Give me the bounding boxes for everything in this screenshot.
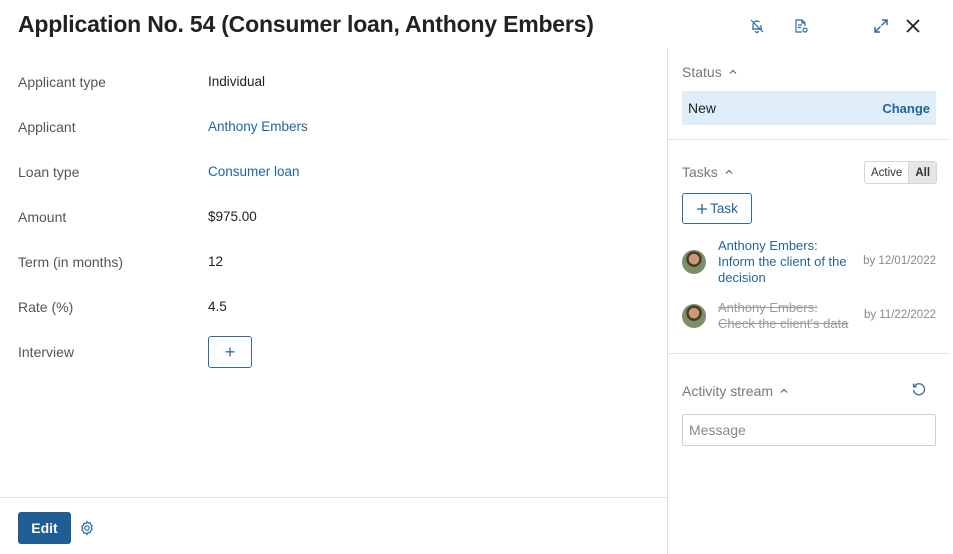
loan-type-link[interactable]: Consumer loan	[208, 164, 300, 179]
task-due-date: by 11/22/2022	[863, 309, 936, 321]
gear-icon[interactable]	[79, 520, 95, 536]
side-panel: Status New Change Tasks Active All Task …	[668, 50, 953, 554]
document-settings-icon[interactable]	[789, 14, 813, 38]
task-due-date: by 12/01/2022	[863, 255, 936, 267]
task-item: Anthony Embers: Inform the client of the…	[682, 238, 940, 288]
tasks-title: Tasks	[682, 164, 718, 180]
field-label: Applicant	[18, 119, 76, 135]
field-label: Interview	[18, 344, 75, 360]
field-label: Amount	[18, 209, 67, 225]
add-task-button[interactable]: Task	[682, 193, 752, 224]
task-link[interactable]: Anthony Embers: Check the client's data	[718, 300, 854, 332]
page-title: Application No. 54 (Consumer loan, Antho…	[18, 11, 594, 37]
field-value: $975.00	[208, 209, 257, 224]
task-filter: Active All	[864, 161, 938, 184]
add-task-label: Task	[710, 201, 738, 216]
filter-active[interactable]: Active	[865, 162, 908, 183]
field-label: Term (in months)	[18, 254, 124, 270]
plus-icon	[697, 203, 708, 214]
close-icon[interactable]	[901, 14, 925, 38]
field-label: Loan type	[18, 164, 80, 180]
field-value: 12	[208, 254, 224, 269]
form-panel: Applicant type Individual Applicant Anth…	[0, 50, 667, 554]
task-item: Anthony Embers: Check the client's data …	[682, 300, 940, 334]
divider	[668, 139, 949, 140]
status-title: Status	[682, 64, 722, 80]
refresh-icon[interactable]	[911, 381, 929, 399]
field-interview: Interview +	[18, 336, 618, 368]
add-interview-button[interactable]: +	[208, 336, 252, 368]
message-input[interactable]	[682, 414, 936, 446]
chevron-up-icon	[780, 388, 788, 393]
status-box: New Change	[682, 91, 936, 125]
chevron-up-icon	[729, 69, 737, 74]
change-status-button[interactable]: Change	[882, 101, 930, 116]
avatar	[682, 250, 706, 274]
activity-section-toggle[interactable]: Activity stream	[682, 383, 789, 399]
divider	[668, 353, 949, 354]
header: Application No. 54 (Consumer loan, Antho…	[0, 0, 953, 50]
applicant-link[interactable]: Anthony Embers	[208, 119, 308, 134]
task-link[interactable]: Anthony Embers: Inform the client of the…	[718, 238, 854, 286]
field-term: Term (in months) 12	[18, 251, 618, 273]
filter-all[interactable]: All	[908, 162, 937, 183]
status-value: New	[688, 100, 717, 116]
field-applicant-type: Applicant type Individual	[18, 71, 618, 93]
field-label: Applicant type	[18, 74, 106, 90]
edit-button[interactable]: Edit	[18, 512, 71, 544]
chevron-up-icon	[725, 169, 733, 174]
expand-icon[interactable]	[869, 14, 893, 38]
form-footer: Edit	[0, 497, 667, 554]
field-rate: Rate (%) 4.5	[18, 296, 618, 318]
bell-off-icon[interactable]	[745, 14, 769, 38]
field-applicant: Applicant Anthony Embers	[18, 116, 618, 138]
field-value: 4.5	[208, 299, 227, 314]
field-value: Individual	[208, 74, 266, 89]
activity-title: Activity stream	[682, 383, 774, 399]
avatar	[682, 304, 706, 328]
field-label: Rate (%)	[18, 299, 74, 315]
field-loan-type: Loan type Consumer loan	[18, 161, 618, 183]
field-amount: Amount $975.00	[18, 206, 618, 228]
tasks-section-toggle[interactable]: Tasks	[682, 164, 734, 180]
status-section-toggle[interactable]: Status	[682, 64, 738, 80]
